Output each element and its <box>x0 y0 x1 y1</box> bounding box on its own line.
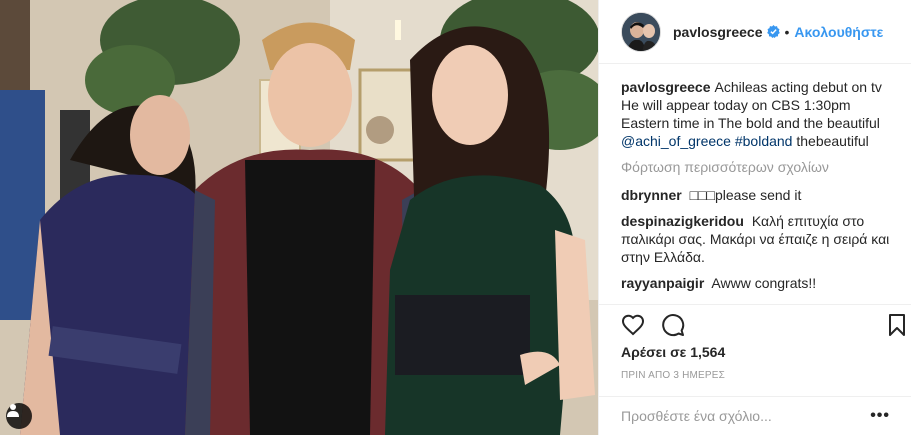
comment-username[interactable]: rayyanpaigir <box>621 275 704 291</box>
verified-badge-icon <box>766 25 780 38</box>
post-timestamp[interactable]: ΠΡΙΝ ΑΠΟ 3 ΗΜΕΡΕΣ <box>621 370 725 381</box>
add-comment-input[interactable] <box>621 408 871 424</box>
user-tag-button[interactable] <box>6 403 32 429</box>
comment-username[interactable]: dbrynner <box>621 187 682 203</box>
post-side-panel: pavlosgreece • Ακολουθήστε pavlosgreece A… <box>598 0 911 435</box>
comment-item: despinazigkeridou Καλή επιτυχία στο παλι… <box>621 212 891 266</box>
photo-illustration <box>0 0 598 435</box>
post-actions-bar <box>599 304 911 342</box>
comment-text: Awww congrats!! <box>711 275 817 291</box>
post-photo[interactable] <box>0 0 598 435</box>
caption-mention-link[interactable]: @achi_of_greece <box>621 133 731 149</box>
caption-hashtag-link[interactable]: #boldand <box>735 133 793 149</box>
comment-text: □□□please send it <box>689 187 802 203</box>
more-options-button[interactable]: ••• <box>870 407 890 425</box>
comment-icon[interactable] <box>661 313 685 337</box>
comments-list: pavlosgreece Achileas acting debut on tv … <box>599 64 911 298</box>
post-author-username[interactable]: pavlosgreece <box>673 24 763 40</box>
load-more-comments-link[interactable]: Φόρτωση περισσότερων σχολίων <box>621 158 891 176</box>
comment-username[interactable]: despinazigkeridou <box>621 213 744 229</box>
caption: pavlosgreece Achileas acting debut on tv … <box>621 78 891 150</box>
comment-item: dbrynner □□□please send it <box>621 186 891 204</box>
person-icon <box>7 404 19 417</box>
add-comment-bar: ••• <box>599 396 911 435</box>
caption-username[interactable]: pavlosgreece <box>621 79 711 95</box>
header-separator: • <box>784 23 790 40</box>
post-header: pavlosgreece • Ακολουθήστε <box>599 0 911 64</box>
bookmark-icon[interactable] <box>885 313 909 337</box>
likes-count[interactable]: Αρέσει σε 1,564 <box>621 344 725 360</box>
heart-icon[interactable] <box>621 313 645 337</box>
avatar[interactable] <box>621 11 661 52</box>
follow-button[interactable]: Ακολουθήστε <box>794 24 883 40</box>
comment-item: rayyanpaigir Awww congrats!! <box>621 274 891 292</box>
caption-text-tail: thebeautiful <box>796 133 869 149</box>
avatar-image <box>622 12 660 51</box>
